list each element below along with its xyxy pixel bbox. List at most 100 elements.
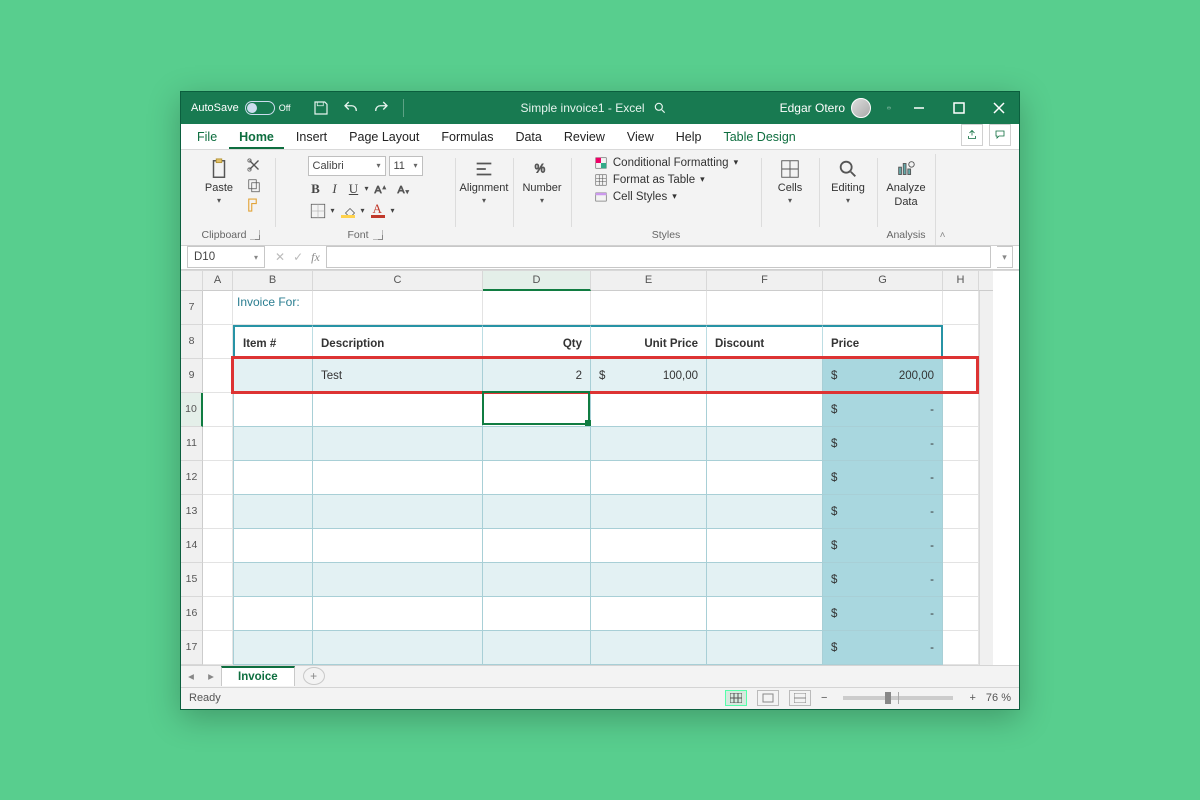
cell[interactable] — [203, 597, 233, 631]
cell[interactable] — [233, 563, 313, 597]
cell[interactable] — [943, 495, 979, 529]
vscrollbar[interactable] — [979, 631, 993, 665]
cell[interactable] — [943, 597, 979, 631]
zoom-in-button[interactable]: + — [969, 692, 975, 704]
cell[interactable] — [591, 393, 707, 427]
row-header-14[interactable]: 14 — [181, 529, 203, 563]
borders-icon[interactable] — [308, 202, 328, 220]
cell[interactable]: $- — [823, 529, 943, 563]
ribbon-display-icon[interactable] — [879, 99, 899, 117]
col-header-A[interactable]: A — [203, 271, 233, 291]
cell[interactable] — [943, 325, 979, 359]
vscrollbar[interactable] — [979, 325, 993, 359]
font-color-icon[interactable]: A — [368, 202, 388, 220]
cell[interactable] — [943, 359, 979, 393]
col-header-D[interactable]: D — [483, 271, 591, 291]
cell-styles-button[interactable]: Cell Styles▾ — [594, 190, 738, 204]
vscrollbar[interactable] — [979, 427, 993, 461]
cell[interactable] — [203, 359, 233, 393]
cell[interactable] — [483, 461, 591, 495]
cell[interactable]: $100,00 — [591, 359, 707, 393]
cell[interactable] — [483, 291, 591, 325]
cell[interactable] — [233, 427, 313, 461]
cell-price[interactable]: $- — [823, 495, 942, 529]
row-header-9[interactable]: 9 — [181, 359, 203, 393]
font-name-combo[interactable]: Calibri▾ — [308, 156, 386, 176]
row-header-11[interactable]: 11 — [181, 427, 203, 461]
copy-icon[interactable] — [244, 176, 264, 194]
cell[interactable] — [707, 291, 823, 325]
vscrollbar[interactable] — [979, 291, 993, 325]
cell[interactable] — [943, 427, 979, 461]
tab-review[interactable]: Review — [554, 126, 615, 149]
cell[interactable] — [313, 529, 483, 563]
sheet-tab-invoice[interactable]: Invoice — [221, 666, 295, 686]
cell-unit-price[interactable]: $100,00 — [591, 359, 706, 393]
view-normal-icon[interactable] — [725, 690, 747, 706]
row-header-8[interactable]: 8 — [181, 325, 203, 359]
paste-button[interactable]: Paste ▾ — [198, 156, 240, 214]
cell[interactable]: Unit Price — [591, 325, 707, 359]
cell[interactable] — [313, 631, 483, 665]
row-header-15[interactable]: 15 — [181, 563, 203, 597]
cells-button[interactable]: Cells▾ — [769, 156, 811, 205]
col-header-F[interactable]: F — [707, 271, 823, 291]
cell[interactable] — [707, 631, 823, 665]
cell[interactable]: Price — [823, 325, 943, 359]
minimize-button[interactable] — [899, 92, 939, 124]
cell[interactable] — [591, 631, 707, 665]
cell[interactable] — [233, 597, 313, 631]
cell[interactable]: $- — [823, 631, 943, 665]
cell[interactable] — [591, 563, 707, 597]
cell[interactable] — [591, 529, 707, 563]
row-header-13[interactable]: 13 — [181, 495, 203, 529]
formula-input[interactable] — [326, 246, 991, 268]
col-header-E[interactable]: E — [591, 271, 707, 291]
alignment-button[interactable]: Alignment▾ — [463, 156, 505, 205]
cancel-formula-icon[interactable]: ✕ — [275, 250, 285, 264]
tab-data[interactable]: Data — [505, 126, 551, 149]
cell[interactable] — [233, 359, 313, 393]
tab-formulas[interactable]: Formulas — [431, 126, 503, 149]
cell[interactable] — [233, 631, 313, 665]
new-sheet-button[interactable]: + — [303, 667, 325, 685]
col-header-B[interactable]: B — [233, 271, 313, 291]
cell[interactable] — [707, 495, 823, 529]
vscrollbar[interactable] — [979, 529, 993, 563]
fx-icon[interactable]: fx — [311, 250, 320, 265]
undo-icon[interactable] — [341, 99, 361, 117]
cell[interactable] — [483, 563, 591, 597]
analyze-data-button[interactable]: Analyze Data — [885, 156, 927, 208]
cell[interactable] — [313, 495, 483, 529]
font-launcher[interactable] — [373, 230, 383, 240]
tab-table-design[interactable]: Table Design — [713, 126, 805, 149]
autosave-pill[interactable] — [245, 101, 275, 115]
cell[interactable] — [707, 563, 823, 597]
vscrollbar[interactable] — [979, 597, 993, 631]
cell[interactable] — [707, 359, 823, 393]
cell[interactable]: Test — [313, 359, 483, 393]
cell[interactable]: Discount — [707, 325, 823, 359]
cell-price[interactable]: $- — [823, 427, 942, 461]
tab-view[interactable]: View — [617, 126, 664, 149]
col-header-G[interactable]: G — [823, 271, 943, 291]
sheet-nav-prev[interactable]: ◂ — [181, 669, 201, 683]
cell[interactable] — [233, 461, 313, 495]
cell[interactable] — [943, 563, 979, 597]
clipboard-launcher[interactable] — [250, 230, 260, 240]
cell-description[interactable]: Test — [313, 359, 482, 393]
bold-button[interactable]: B — [308, 181, 324, 197]
comments-button[interactable] — [989, 124, 1011, 146]
cell[interactable]: Qty — [483, 325, 591, 359]
cell[interactable] — [591, 291, 707, 325]
cell-price[interactable]: $200,00 — [823, 359, 942, 393]
cell[interactable]: 2 — [483, 359, 591, 393]
cell[interactable]: Item # — [233, 325, 313, 359]
cell[interactable] — [313, 393, 483, 427]
italic-button[interactable]: I — [327, 181, 343, 197]
cell[interactable] — [203, 291, 233, 325]
cell[interactable] — [203, 631, 233, 665]
cell[interactable] — [203, 529, 233, 563]
cell[interactable]: $- — [823, 563, 943, 597]
cell[interactable]: $- — [823, 427, 943, 461]
